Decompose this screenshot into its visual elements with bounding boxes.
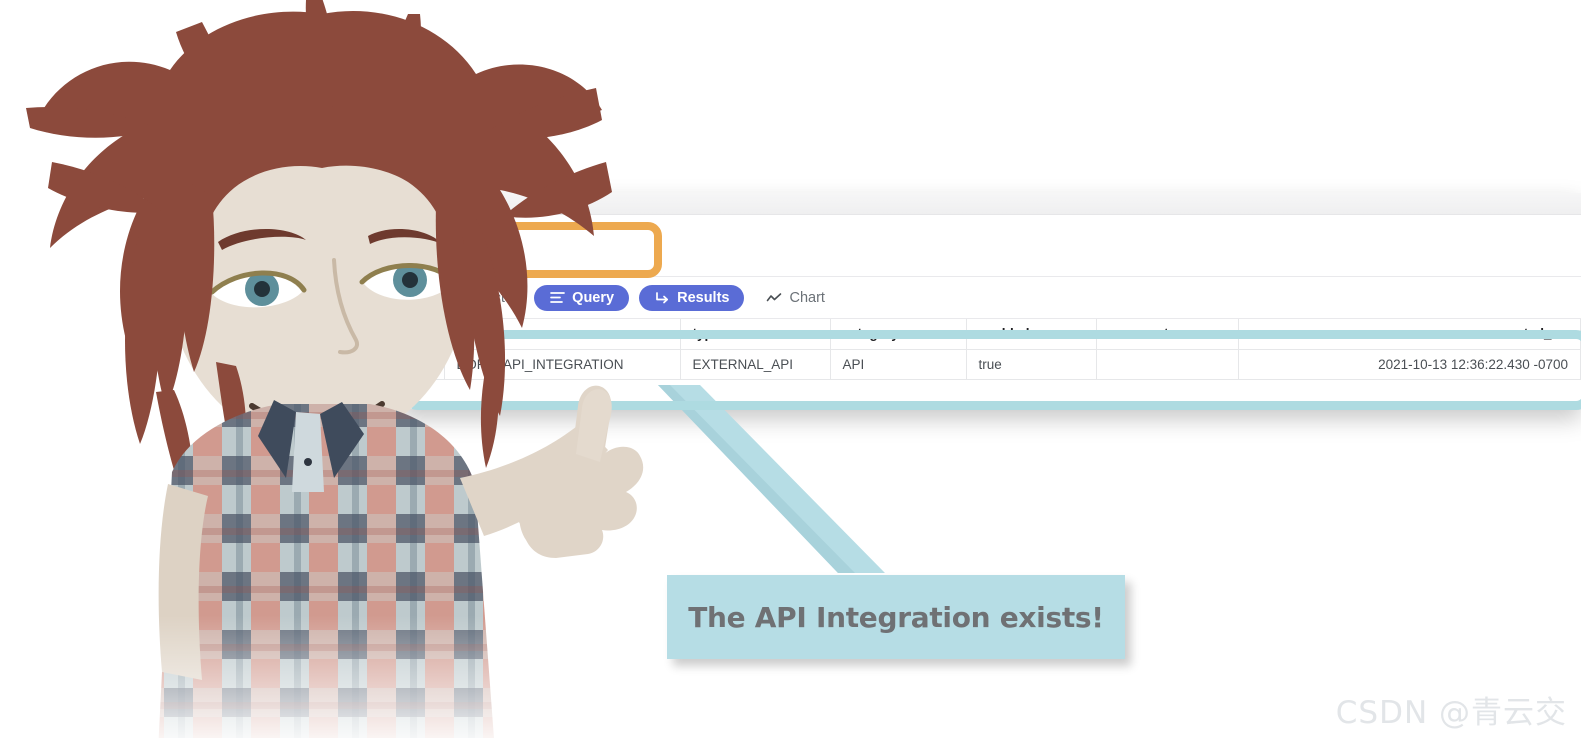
table-header-row: name type ⋯ category enabled comment cre…: [400, 319, 1581, 350]
cell-created-on[interactable]: 2021-10-13 12:36:22.430 -0700: [1238, 349, 1581, 380]
table-row[interactable]: 1 DORA_API_INTEGRATION EXTERNAL_API API …: [400, 349, 1581, 380]
line-number: 49: [420, 243, 436, 258]
results-table: name type ⋯ category enabled comment cre…: [400, 319, 1581, 380]
column-header-name[interactable]: name: [444, 319, 681, 350]
panel-top-bar: [400, 193, 1581, 215]
collar-left: [258, 400, 296, 478]
column-header-created-on[interactable]: created_on: [1238, 319, 1581, 350]
eyebrow-left: [218, 229, 306, 250]
column-header-comment[interactable]: comment: [1096, 319, 1239, 350]
callout-pointer-arrow: [658, 385, 885, 573]
tab-query[interactable]: Query: [534, 284, 630, 311]
code-line-blank-bottom: [442, 425, 1581, 444]
editor-gutter: 47 48 49 50: [400, 215, 442, 277]
callout-box: The API Integration exists!: [667, 575, 1125, 659]
tab-label: Results: [677, 289, 730, 306]
tab-label: Chart: [789, 289, 825, 306]
cell-type[interactable]: EXTERNAL_API: [680, 349, 831, 380]
eye-left: [209, 270, 307, 308]
results-grid[interactable]: name type ⋯ category enabled comment cre…: [400, 319, 1581, 409]
worksheet-tab-strip: Objects Query Results Chart: [400, 277, 1581, 319]
sql-editor[interactable]: 47 48 49 50 show integrations;: [400, 215, 1581, 385]
arm-left: [158, 484, 208, 680]
column-header-type-label: type: [692, 326, 721, 342]
line-number: 48: [420, 224, 436, 239]
nose: [332, 258, 359, 355]
row-number-header: [400, 319, 445, 350]
tab-objects[interactable]: Objects: [428, 285, 524, 311]
row-index: 1: [400, 349, 445, 380]
neck: [277, 362, 368, 462]
snowflake-worksheet-panel: 47 48 49 50 show integrations;: [400, 193, 1581, 409]
column-header-enabled[interactable]: enabled: [966, 319, 1097, 350]
column-header-type[interactable]: type ⋯: [680, 319, 831, 350]
results-arrow-icon: [654, 290, 670, 306]
collar-right: [320, 402, 364, 478]
editor-code-area[interactable]: show integrations;: [442, 215, 1581, 385]
chart-line-icon: [766, 290, 782, 306]
shirt-button: [304, 458, 312, 466]
column-menu-icon[interactable]: ⋯: [806, 327, 820, 340]
tab-label: Objects: [463, 289, 513, 306]
tab-label: Query: [572, 289, 615, 306]
column-header-category[interactable]: category: [830, 319, 967, 350]
cell-enabled[interactable]: true: [966, 349, 1097, 380]
shirt-placket: [292, 412, 324, 492]
database-icon: [440, 289, 456, 306]
ear-left: [148, 248, 192, 316]
csdn-watermark: CSDN @青云交: [1335, 695, 1567, 731]
screenshot-stage: 47 48 49 50 show integrations;: [0, 0, 1581, 738]
code-line-blank-top: [442, 254, 1581, 273]
tab-results[interactable]: Results: [639, 284, 745, 311]
cell-name[interactable]: DORA_API_INTEGRATION: [444, 349, 681, 380]
callout-text: The API Integration exists!: [688, 600, 1104, 634]
cell-comment[interactable]: [1096, 349, 1239, 380]
cell-category[interactable]: API: [830, 349, 967, 380]
tab-chart[interactable]: Chart: [754, 285, 836, 311]
query-lines-icon: [549, 290, 565, 306]
mouth: [249, 401, 385, 427]
